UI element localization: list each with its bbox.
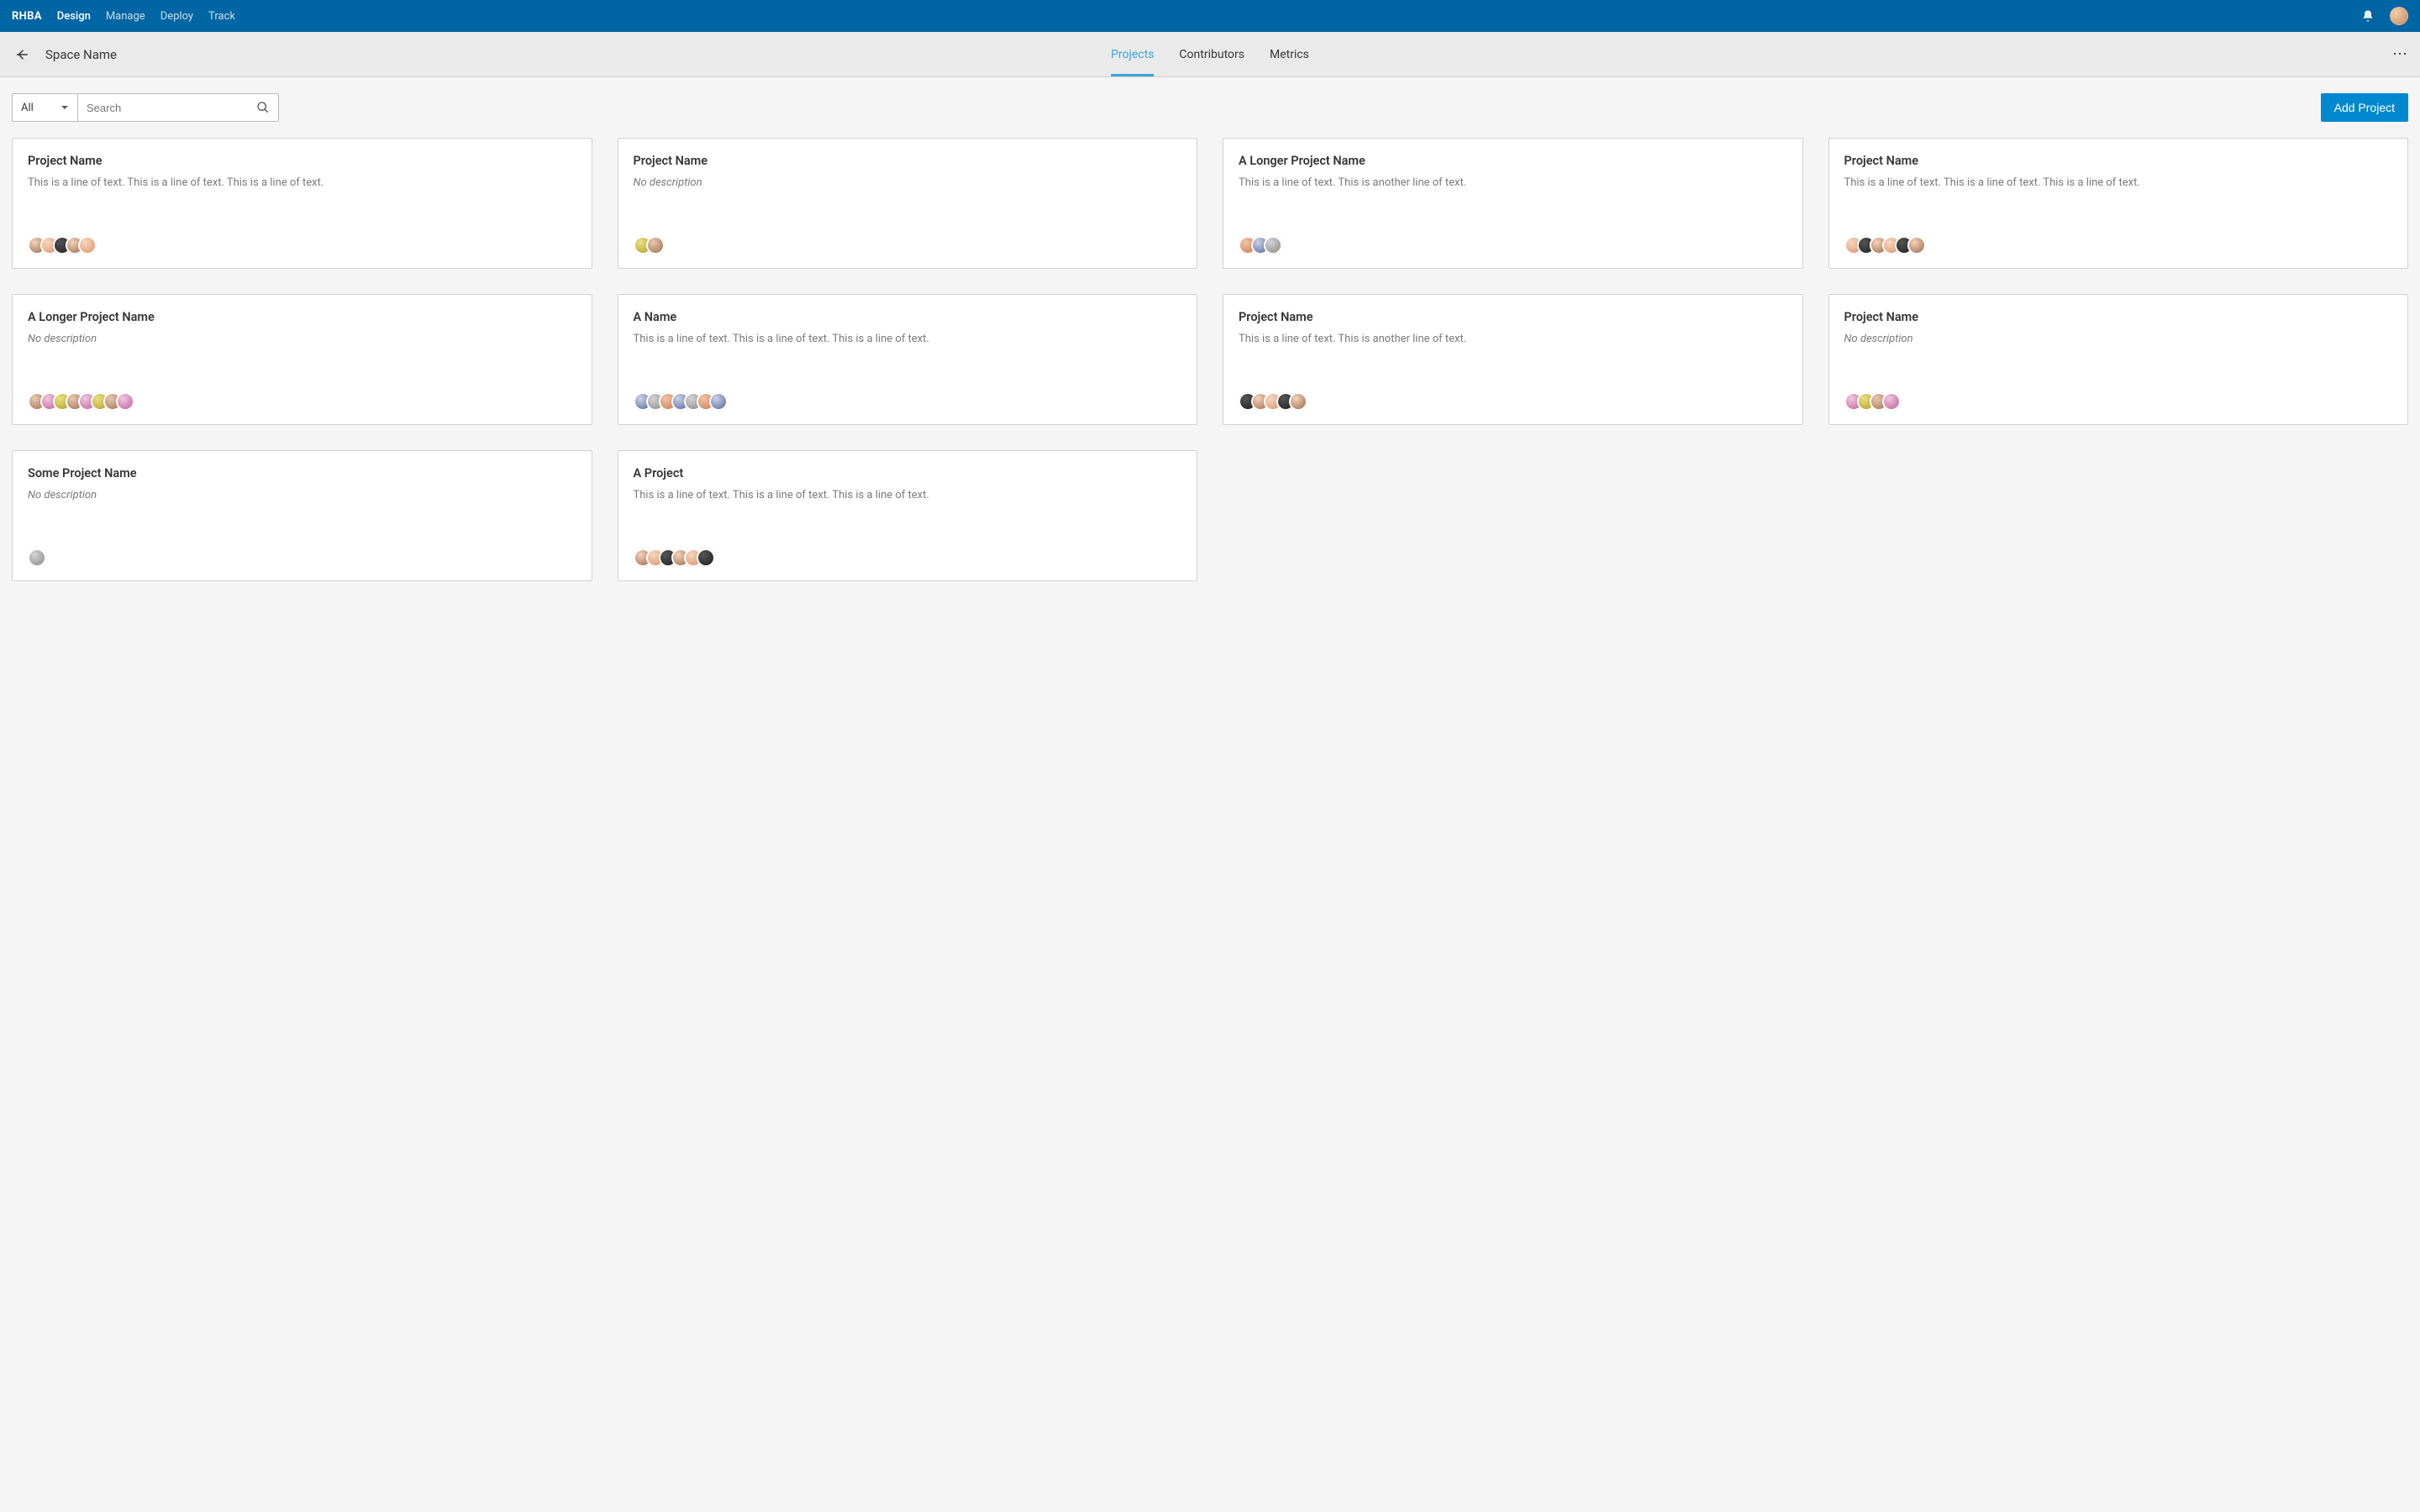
- add-project-button[interactable]: Add Project: [2321, 93, 2408, 122]
- project-card-description: No description: [1844, 331, 2283, 348]
- project-card-description: This is a line of text. This is a line o…: [1844, 175, 2283, 192]
- project-card-title: A Name: [634, 310, 1182, 324]
- project-card-title: Project Name: [634, 154, 1182, 168]
- project-card[interactable]: A Name This is a line of text. This is a …: [618, 294, 1198, 425]
- contributor-avatar[interactable]: [709, 392, 728, 411]
- search-input[interactable]: [87, 102, 256, 114]
- arrow-left-icon: [14, 47, 29, 62]
- projects-grid: Project Name This is a line of text. This…: [0, 138, 2420, 615]
- project-card-contributors: [1844, 224, 2393, 255]
- project-card-contributors: [1239, 381, 1787, 411]
- project-card-title: A Longer Project Name: [1239, 154, 1787, 168]
- space-tab-contributors[interactable]: Contributors: [1179, 32, 1244, 76]
- contributor-avatar[interactable]: [1907, 236, 1926, 255]
- project-card-description: This is a line of text. This is a line o…: [634, 331, 1072, 348]
- contributor-avatar[interactable]: [646, 236, 665, 255]
- project-card[interactable]: A Project This is a line of text. This is…: [618, 450, 1198, 581]
- project-card-title: Some Project Name: [28, 466, 576, 480]
- project-card-description: No description: [28, 487, 466, 504]
- project-card[interactable]: Project Name No description: [618, 138, 1198, 269]
- project-card[interactable]: Project Name No description: [1828, 294, 2409, 425]
- chevron-down-icon: [60, 103, 69, 112]
- contributor-avatar[interactable]: [116, 392, 134, 411]
- project-card[interactable]: A Longer Project Name This is a line of t…: [1223, 138, 1803, 269]
- project-card-description: This is a line of text. This is a line o…: [634, 487, 1072, 504]
- filter-dropdown[interactable]: All: [12, 93, 77, 122]
- project-card-contributors: [28, 224, 576, 255]
- project-card-contributors: [634, 537, 1182, 567]
- contributor-avatar[interactable]: [1289, 392, 1307, 411]
- topbar-tab-deploy[interactable]: Deploy: [160, 10, 193, 23]
- top-navbar-left: RHBA Design Manage Deploy Track: [12, 10, 235, 23]
- project-card-description: This is a line of text. This is another …: [1239, 175, 1677, 192]
- notifications-icon[interactable]: [2361, 9, 2375, 23]
- project-card[interactable]: Project Name This is a line of text. This…: [1223, 294, 1803, 425]
- project-card-contributors: [1844, 381, 2393, 411]
- more-options-button[interactable]: ⋯: [2392, 45, 2408, 63]
- brand-logo[interactable]: RHBA: [12, 10, 42, 23]
- topbar-tab-design[interactable]: Design: [57, 10, 91, 23]
- user-avatar[interactable]: [2390, 7, 2408, 25]
- filter-search-group: All: [12, 93, 279, 122]
- contributor-avatar[interactable]: [1882, 392, 1901, 411]
- search-icon[interactable]: [256, 101, 270, 114]
- project-card-description: No description: [634, 175, 1072, 192]
- project-card[interactable]: Some Project Name No description: [12, 450, 592, 581]
- back-button[interactable]: [12, 45, 32, 65]
- space-tabs: Projects Contributors Metrics: [1111, 32, 1309, 76]
- space-tab-metrics[interactable]: Metrics: [1270, 32, 1309, 76]
- project-card-title: Project Name: [1844, 154, 2393, 168]
- projects-toolbar: All Add Project: [0, 77, 2420, 138]
- project-card-description: No description: [28, 331, 466, 348]
- filter-dropdown-value: All: [21, 102, 34, 114]
- project-card-title: A Project: [634, 466, 1182, 480]
- project-card-title: Project Name: [1844, 310, 2393, 324]
- project-card[interactable]: A Longer Project Name No description: [12, 294, 592, 425]
- top-navbar: RHBA Design Manage Deploy Track: [0, 0, 2420, 32]
- project-card-title: A Longer Project Name: [28, 310, 576, 324]
- space-name: Space Name: [45, 47, 117, 62]
- project-card-title: Project Name: [28, 154, 576, 168]
- project-card-contributors: [1239, 224, 1787, 255]
- space-header: Space Name Projects Contributors Metrics ⋯: [0, 32, 2420, 77]
- top-navbar-right: [2361, 7, 2408, 25]
- search-box[interactable]: [77, 93, 279, 122]
- project-card[interactable]: Project Name This is a line of text. This…: [12, 138, 592, 269]
- contributor-avatar[interactable]: [78, 236, 97, 255]
- project-card-contributors: [634, 381, 1182, 411]
- project-card-title: Project Name: [1239, 310, 1787, 324]
- project-card-description: This is a line of text. This is another …: [1239, 331, 1677, 348]
- topbar-tab-manage[interactable]: Manage: [106, 10, 145, 23]
- topbar-tab-track[interactable]: Track: [208, 10, 235, 23]
- project-card-description: This is a line of text. This is a line o…: [28, 175, 466, 192]
- contributor-avatar[interactable]: [1264, 236, 1282, 255]
- project-card-contributors: [634, 224, 1182, 255]
- project-card-contributors: [28, 381, 576, 411]
- project-card[interactable]: Project Name This is a line of text. This…: [1828, 138, 2409, 269]
- project-card-contributors: [28, 537, 576, 567]
- space-tab-projects[interactable]: Projects: [1111, 32, 1154, 76]
- contributor-avatar[interactable]: [28, 549, 46, 567]
- contributor-avatar[interactable]: [697, 549, 715, 567]
